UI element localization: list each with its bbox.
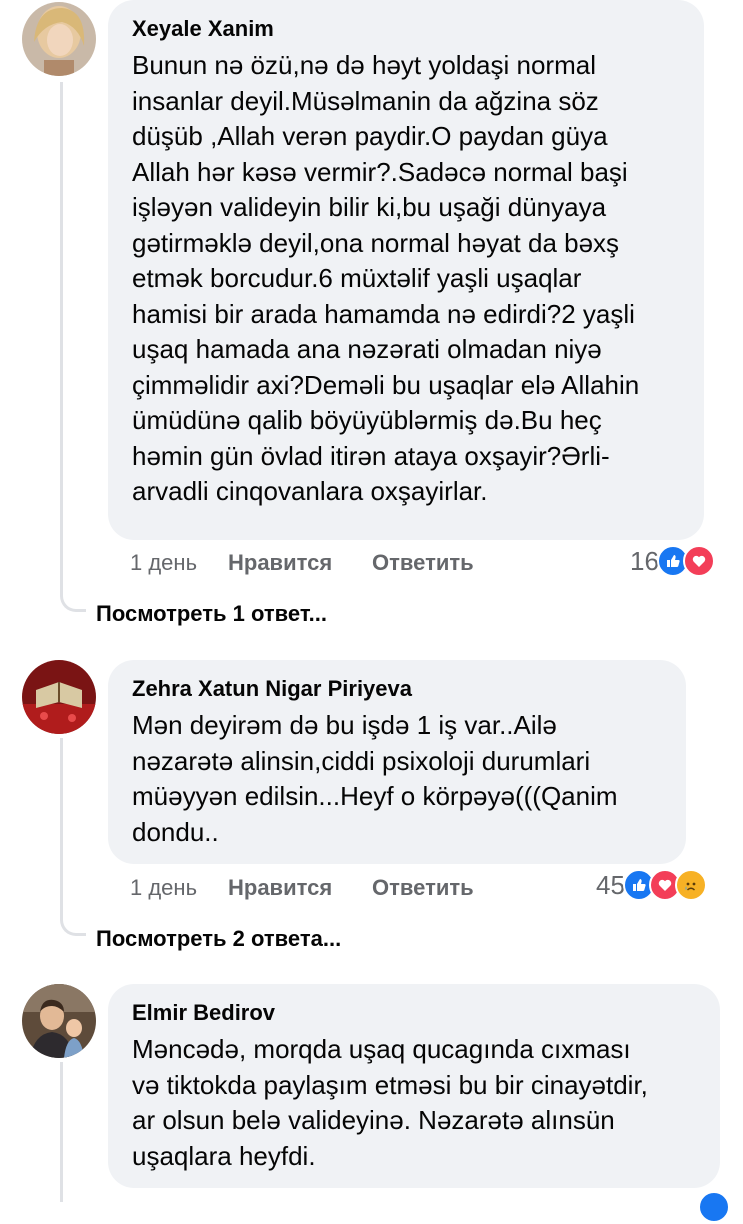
reaction-summary[interactable]: 45 [596, 868, 707, 902]
reaction-count: 16 [630, 545, 659, 576]
reply-button[interactable]: Ответить [372, 874, 474, 902]
view-replies-link[interactable]: Посмотреть 2 ответа... [96, 926, 341, 952]
reply-button[interactable]: Ответить [372, 549, 474, 577]
like-button[interactable]: Нравится [228, 874, 372, 902]
comment-actions: 1 день Нравится Ответить [130, 549, 474, 577]
like-reaction-icon [698, 1191, 730, 1223]
comment-text: Mən deyirəm də bu işdə 1 iş var..Ailə nə… [132, 710, 618, 847]
comment-time[interactable]: 1 день [130, 874, 228, 902]
love-reaction-icon [682, 545, 715, 577]
comment-text: Bunun nə özü,nə də həyt yoldaşi normal i… [132, 50, 640, 506]
reaction-count: 45 [596, 869, 625, 900]
sad-reaction-icon [674, 869, 707, 901]
avatar[interactable] [22, 2, 96, 76]
avatar-photo [22, 2, 96, 76]
thread-line [60, 1062, 63, 1202]
thread-elbow [60, 916, 86, 936]
comment-bubble: Elmir Bedirov Məncədə, morqda uşaq qucag… [108, 984, 720, 1188]
comment-author[interactable]: Xeyale Xanim [132, 16, 680, 42]
comment-bubble: Zehra Xatun Nigar Piriyeva Mən deyirəm d… [108, 660, 686, 864]
view-replies-link[interactable]: Посмотреть 1 ответ... [96, 601, 327, 627]
comment-author[interactable]: Elmir Bedirov [132, 1000, 696, 1026]
thread-line [60, 82, 63, 594]
comment-author[interactable]: Zehra Xatun Nigar Piriyeva [132, 676, 662, 702]
avatar[interactable] [22, 984, 96, 1058]
comment-text: Məncədə, morqda uşaq qucagında cıxması v… [132, 1034, 648, 1171]
comment-time[interactable]: 1 день [130, 549, 228, 577]
avatar-photo [22, 984, 96, 1058]
comment-actions: 1 день Нравится Ответить [130, 874, 474, 902]
reaction-summary[interactable] [698, 1190, 730, 1224]
comment-bubble: Xeyale Xanim Bunun nə özü,nə də həyt yol… [108, 0, 704, 540]
avatar-photo [22, 660, 96, 734]
reaction-summary[interactable]: 16 [630, 544, 715, 578]
thread-line [60, 738, 63, 918]
thread-elbow [60, 592, 86, 612]
avatar[interactable] [22, 660, 96, 734]
like-button[interactable]: Нравится [228, 549, 372, 577]
